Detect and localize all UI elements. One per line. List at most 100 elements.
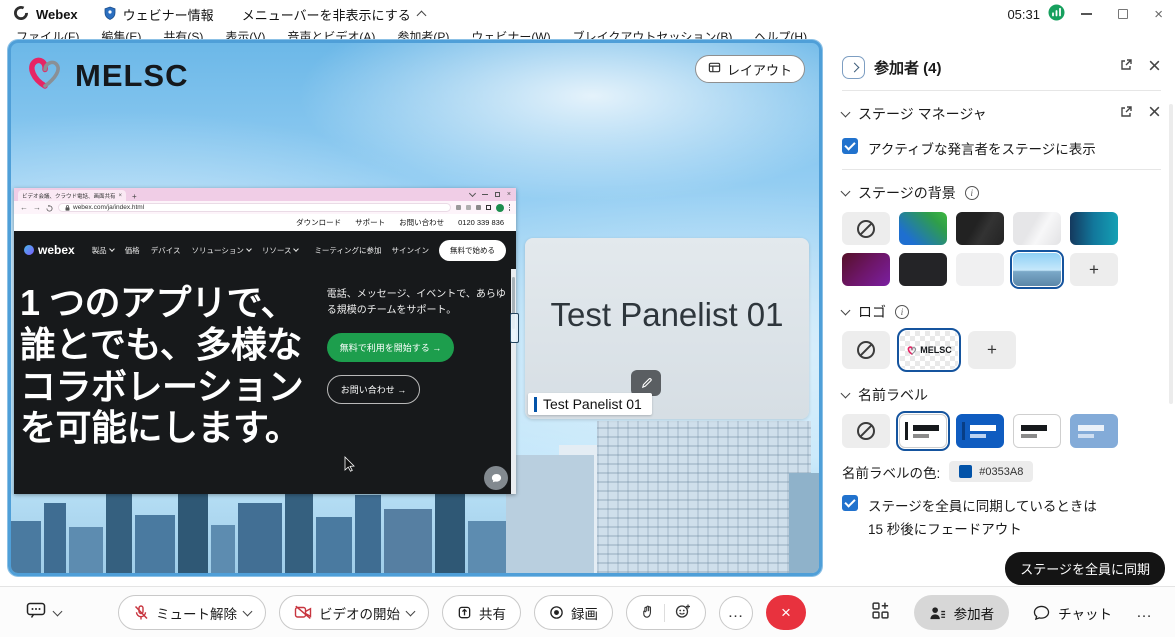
forward-icon[interactable]: → <box>33 204 41 212</box>
sync-fade-checkbox[interactable] <box>842 495 858 511</box>
close-stage-manager-icon[interactable] <box>1148 105 1161 123</box>
bookmark-star-icon[interactable] <box>476 205 481 210</box>
name-label-color-label: 名前ラベルの色: <box>842 462 940 482</box>
utility-download-link[interactable]: ダウンロード <box>296 217 341 228</box>
profile-avatar[interactable] <box>496 204 504 212</box>
logo-option-add[interactable]: + <box>968 331 1016 369</box>
nav-devices[interactable]: デバイス <box>151 245 181 256</box>
popout-panel-icon[interactable] <box>1119 58 1133 77</box>
chat-icon <box>1033 605 1050 620</box>
share-page-icon[interactable] <box>466 205 471 210</box>
active-speaker-label: アクティブな発言者をステージに表示 <box>868 138 1096 158</box>
label-option-translucent[interactable] <box>1070 414 1118 448</box>
sidepanel-icon[interactable] <box>486 205 491 210</box>
apps-icon[interactable] <box>871 601 890 625</box>
unmute-button[interactable]: ミュート解除 <box>118 595 266 630</box>
utility-contact-link[interactable]: お問い合わせ <box>399 217 444 228</box>
bg-swatch-black[interactable] <box>899 253 947 286</box>
chevron-down-icon[interactable] <box>841 389 851 399</box>
webex-logo-icon <box>13 5 29 24</box>
browser-tab-search-icon[interactable] <box>469 189 476 196</box>
active-speaker-checkbox[interactable] <box>842 138 858 154</box>
webex-site-logo[interactable]: webex <box>24 243 75 257</box>
raise-hand-icon[interactable] <box>641 604 654 622</box>
bg-swatch-green-blue[interactable] <box>899 212 947 245</box>
panels-more-button[interactable]: … <box>1136 604 1153 622</box>
bg-swatch-teal[interactable] <box>1070 212 1118 245</box>
label-option-none[interactable] <box>842 414 890 448</box>
reactions-smiley-icon[interactable] <box>675 603 691 622</box>
nav-start-free-button[interactable]: 無料で始める <box>439 240 506 261</box>
utility-phone-number: 0120 339 836 <box>458 218 504 227</box>
chat-button[interactable]: チャット <box>1033 595 1112 630</box>
audio-options-chevron[interactable] <box>243 606 253 616</box>
captions-menu-chevron[interactable] <box>53 606 63 616</box>
label-option-accent-bar-selected[interactable] <box>899 414 947 448</box>
bg-swatch-dark-gray[interactable] <box>956 212 1004 245</box>
close-window-button[interactable]: × <box>1154 7 1163 22</box>
browser-maximize-icon[interactable] <box>495 192 500 197</box>
nav-pricing[interactable]: 価格 <box>125 245 140 256</box>
bg-swatch-light-gray[interactable] <box>1013 212 1061 245</box>
nav-resources[interactable]: リソース <box>262 245 299 256</box>
panelist-video-tile[interactable]: Test Panelist 01 Test Panelist 01 <box>525 238 809 419</box>
start-video-button[interactable]: ビデオの開始 <box>279 595 429 630</box>
browser-minimize-icon[interactable] <box>482 194 488 195</box>
browser-scrollbar[interactable] <box>511 269 516 494</box>
participants-toggle-button[interactable]: 参加者 <box>914 595 1010 630</box>
bg-swatch-city-selected[interactable] <box>1013 253 1061 286</box>
bg-swatch-add[interactable]: + <box>1070 253 1118 286</box>
captions-icon[interactable] <box>26 602 46 624</box>
label-option-blue-filled[interactable] <box>956 414 1004 448</box>
label-option-white-plain[interactable] <box>1013 414 1061 448</box>
translate-icon[interactable] <box>456 205 461 210</box>
browser-tabstrip: ビデオ会議、クラウド電話、画面共有 × + × <box>14 188 516 201</box>
more-options-button[interactable]: … <box>719 596 753 630</box>
browser-menu-icon[interactable] <box>509 204 511 211</box>
collapse-panel-button[interactable] <box>842 56 865 79</box>
name-label-color-picker[interactable]: #0353A8 <box>949 461 1033 482</box>
browser-close-icon[interactable]: × <box>507 191 511 198</box>
close-panel-icon[interactable] <box>1148 59 1161 77</box>
nav-signin[interactable]: サインイン <box>392 245 430 256</box>
bg-swatch-none[interactable] <box>842 212 890 245</box>
nav-products[interactable]: 製品 <box>92 245 114 256</box>
background-info-icon[interactable]: i <box>965 186 979 200</box>
nav-solutions[interactable]: ソリューション <box>191 245 250 256</box>
connection-quality-icon[interactable] <box>1048 4 1065 24</box>
new-tab-button[interactable]: + <box>132 192 137 201</box>
panel-scrollbar[interactable] <box>1169 104 1173 404</box>
logo-info-icon[interactable]: i <box>895 305 909 319</box>
bg-swatch-purple[interactable] <box>842 253 890 286</box>
maximize-button[interactable] <box>1118 9 1128 19</box>
hero-start-free-button[interactable]: 無料で利用を開始する → <box>327 333 455 362</box>
logo-option-melsc-selected[interactable]: MELSC <box>900 331 958 369</box>
logo-option-none[interactable] <box>842 331 890 369</box>
url-field[interactable]: webex.com/ja/index.html <box>58 203 451 212</box>
bg-swatch-white[interactable] <box>956 253 1004 286</box>
popout-stage-manager-icon[interactable] <box>1119 105 1133 124</box>
browser-tab[interactable]: ビデオ会議、クラウド電話、画面共有 × <box>18 190 126 201</box>
site-chat-bubble-icon[interactable] <box>484 466 508 490</box>
stage-resize-handle[interactable] <box>510 313 519 343</box>
hide-menubar-button[interactable]: メニューバーを非表示にする <box>242 5 425 24</box>
chevron-down-icon[interactable] <box>841 187 851 197</box>
webinar-info-button[interactable]: ウェビナー情報 <box>104 5 214 24</box>
leave-meeting-button[interactable]: × <box>766 595 806 630</box>
hero-contact-button[interactable]: お問い合わせ → <box>327 375 421 404</box>
record-button[interactable]: 録画 <box>534 595 613 630</box>
reactions-group <box>626 595 706 630</box>
share-button[interactable]: 共有 <box>442 595 521 630</box>
chevron-down-icon[interactable] <box>841 306 851 316</box>
sync-stage-button[interactable]: ステージを全員に同期 <box>1005 552 1165 585</box>
utility-support-link[interactable]: サポート <box>355 217 385 228</box>
window-titlebar: Webex ウェビナー情報 メニューバーを非表示にする 05:31 × <box>0 0 1175 28</box>
layout-button[interactable]: レイアウト <box>695 55 805 83</box>
reload-icon[interactable] <box>46 199 53 217</box>
tab-close-icon[interactable]: × <box>118 193 122 199</box>
nav-join-meeting[interactable]: ミーティングに参加 <box>314 245 381 256</box>
minimize-button[interactable] <box>1081 13 1092 15</box>
video-options-chevron[interactable] <box>406 606 416 616</box>
chevron-down-icon[interactable] <box>841 108 851 118</box>
back-icon[interactable]: ← <box>20 204 28 212</box>
